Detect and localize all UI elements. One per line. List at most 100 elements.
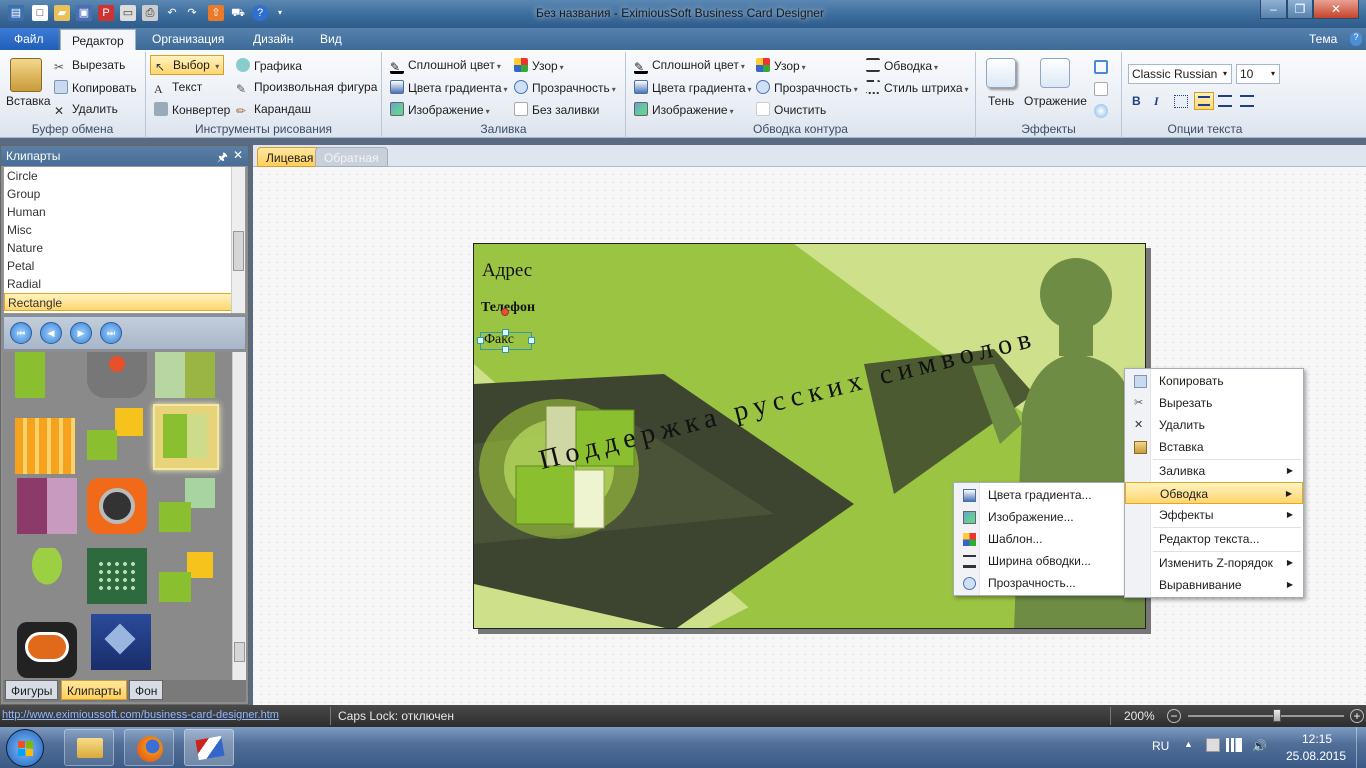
- theme-menu[interactable]: Тема: [1298, 28, 1348, 50]
- list-item[interactable]: Petal: [4, 257, 245, 275]
- tab-front-side[interactable]: Лицевая: [257, 147, 323, 167]
- app-icon[interactable]: ▤: [8, 5, 24, 21]
- graphics-tool-button[interactable]: Графика: [236, 58, 302, 73]
- submenu-pattern-item[interactable]: Шаблон...: [954, 528, 1124, 550]
- list-item-selected[interactable]: Rectangle: [4, 293, 245, 311]
- fill-transparency-button[interactable]: Прозрачность ▾: [514, 80, 616, 95]
- pdf-icon[interactable]: P: [98, 5, 114, 21]
- panel-close-icon[interactable]: ✕: [233, 148, 243, 162]
- show-desktop-button[interactable]: [1356, 727, 1366, 768]
- font-select[interactable]: Classic Russian ▾: [1128, 64, 1232, 84]
- tab-back-side[interactable]: Обратная: [315, 147, 388, 167]
- zoom-in-icon[interactable]: +: [1350, 709, 1364, 723]
- context-copy-item[interactable]: Копировать: [1125, 370, 1303, 392]
- tab-organization[interactable]: Организация: [141, 28, 235, 50]
- explorer-taskbar-button[interactable]: [64, 729, 114, 766]
- zoom-out-icon[interactable]: −: [1167, 709, 1181, 723]
- outline-transparency-button[interactable]: Прозрачность ▾: [756, 80, 858, 95]
- clipart-thumbnail[interactable]: [159, 478, 219, 534]
- clock-time[interactable]: 12:15: [1288, 732, 1346, 746]
- effect-soft-icon[interactable]: [1094, 82, 1108, 96]
- list-item[interactable]: Human: [4, 203, 245, 221]
- fill-solid-button[interactable]: ✎ Сплошной цвет ▾: [390, 58, 501, 74]
- clipart-thumbnail[interactable]: [87, 548, 147, 604]
- effect-border-icon[interactable]: [1094, 60, 1108, 74]
- effect-glow-icon[interactable]: [1094, 104, 1108, 118]
- clipart-category-list[interactable]: Circle Group Human Misc Nature Petal Rad…: [3, 166, 246, 314]
- tray-expand-icon[interactable]: ▲: [1184, 739, 1193, 749]
- tab-background[interactable]: Фон: [129, 680, 164, 700]
- redo-icon[interactable]: ↷: [184, 5, 200, 21]
- paste-icon[interactable]: [10, 58, 42, 92]
- context-align-item[interactable]: Выравнивание ▶: [1125, 574, 1303, 596]
- start-button[interactable]: [6, 729, 44, 767]
- context-effects-item[interactable]: Эффекты ▶: [1125, 504, 1303, 526]
- list-item[interactable]: Misc: [4, 221, 245, 239]
- clipart-thumbnail[interactable]: [91, 614, 151, 670]
- submenu-gradient-item[interactable]: Цвета градиента...: [954, 484, 1124, 506]
- customize-quickbar-icon[interactable]: ▾: [272, 5, 288, 21]
- fill-image-button[interactable]: Изображение ▾: [390, 102, 490, 117]
- clipart-thumbnail-selected[interactable]: [153, 404, 219, 470]
- list-item[interactable]: Nature: [4, 239, 245, 257]
- clipart-thumbnail[interactable]: [87, 478, 147, 534]
- bold-button[interactable]: B: [1132, 94, 1141, 108]
- save-icon[interactable]: ▣: [76, 5, 92, 21]
- font-size-select[interactable]: 10 ▾: [1236, 64, 1280, 84]
- resize-handle[interactable]: [502, 346, 509, 353]
- minimize-button[interactable]: –: [1260, 0, 1287, 19]
- delete-button[interactable]: ✕ Удалить: [54, 102, 118, 118]
- list-scrollbar[interactable]: [231, 167, 245, 313]
- scrollbar-thumb[interactable]: [233, 231, 244, 271]
- clipart-thumbnail[interactable]: [15, 418, 75, 474]
- select-tool-button[interactable]: ↖ Выбор ▾: [150, 55, 225, 75]
- upload-icon[interactable]: ⇧: [208, 5, 224, 21]
- clipart-thumbnail[interactable]: [87, 352, 147, 398]
- reflection-icon[interactable]: [1040, 58, 1070, 88]
- outline-gradient-button[interactable]: Цвета градиента ▾: [634, 80, 752, 95]
- clock-date[interactable]: 25.08.2015: [1280, 749, 1352, 763]
- dash-style-button[interactable]: Стиль штриха ▾: [866, 80, 969, 95]
- align-center-icon[interactable]: [1218, 95, 1232, 107]
- close-button[interactable]: ✕: [1313, 0, 1359, 19]
- card-address-text[interactable]: Адрес: [482, 260, 532, 282]
- zoom-slider[interactable]: [1188, 715, 1344, 717]
- undo-icon[interactable]: ↶: [164, 5, 180, 21]
- website-link[interactable]: http://www.eximioussoft.com/business-car…: [2, 709, 279, 721]
- open-icon[interactable]: ▰: [54, 5, 70, 21]
- zoom-slider-thumb[interactable]: [1273, 709, 1281, 722]
- gallery-scrollbar[interactable]: [232, 352, 246, 680]
- outline-clear-button[interactable]: Очистить: [756, 102, 826, 117]
- clipart-thumbnail[interactable]: [155, 352, 215, 398]
- submenu-width-item[interactable]: Ширина обводки...: [954, 550, 1124, 572]
- tab-cliparts[interactable]: Клипарты: [61, 680, 128, 700]
- context-cut-item[interactable]: ✂ Вырезать: [1125, 392, 1303, 414]
- maximize-button[interactable]: ❐: [1287, 0, 1313, 19]
- help-icon[interactable]: ?: [252, 5, 268, 21]
- cart-icon[interactable]: ⛟: [230, 5, 246, 21]
- volume-icon[interactable]: 🔊: [1252, 739, 1267, 753]
- context-delete-item[interactable]: ✕ Удалить: [1125, 414, 1303, 436]
- prev-page-icon[interactable]: ◀: [40, 322, 62, 344]
- reflection-button[interactable]: Отражение: [1024, 94, 1087, 108]
- tab-file[interactable]: Файл: [0, 28, 58, 50]
- text-tool-button[interactable]: A Текст: [154, 80, 202, 96]
- resize-handle[interactable]: [528, 337, 535, 344]
- clipart-thumbnail[interactable]: [17, 548, 77, 604]
- help-icon[interactable]: ?: [1350, 32, 1362, 46]
- text-frame-icon[interactable]: [1174, 95, 1188, 108]
- italic-button[interactable]: I: [1154, 94, 1159, 109]
- align-right-icon[interactable]: [1240, 95, 1254, 107]
- shadow-button[interactable]: Тень: [988, 94, 1014, 108]
- outline-solid-button[interactable]: ✎ Сплошной цвет ▾: [634, 58, 745, 74]
- fill-gradient-button[interactable]: Цвета градиента ▾: [390, 80, 508, 95]
- clipart-thumbnail[interactable]: [159, 548, 219, 604]
- print-icon[interactable]: ⎙: [142, 5, 158, 21]
- paste-button[interactable]: Вставка: [6, 94, 51, 108]
- context-paste-item[interactable]: Вставка: [1125, 436, 1303, 458]
- next-page-icon[interactable]: ▶: [70, 322, 92, 344]
- shadow-icon[interactable]: [986, 58, 1016, 88]
- card-fax-text[interactable]: Факс: [484, 332, 514, 348]
- last-page-icon[interactable]: ⏭: [100, 322, 122, 344]
- tab-view[interactable]: Вид: [309, 28, 353, 50]
